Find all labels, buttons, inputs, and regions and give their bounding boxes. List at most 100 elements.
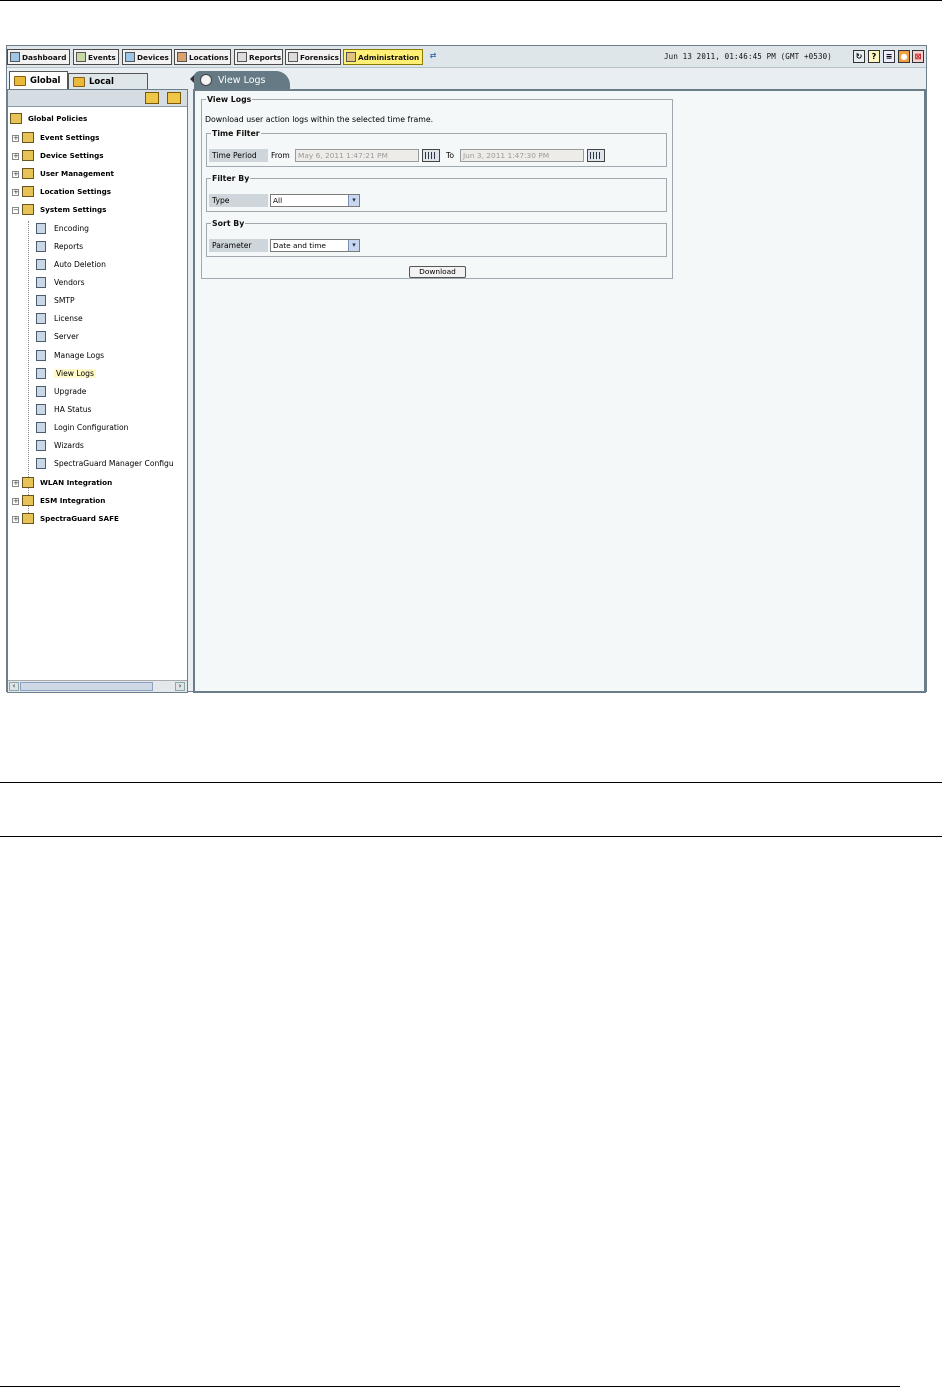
device-settings-icon <box>22 149 34 161</box>
smtp-icon <box>36 294 46 306</box>
locations-button[interactable]: Locations <box>174 49 231 65</box>
view-logs-description: Download user action logs within the sel… <box>205 115 434 124</box>
view-logs-section: View Logs Download user action logs with… <box>201 95 673 279</box>
login-configuration-icon <box>36 421 46 433</box>
settings-icon[interactable]: ● <box>898 50 910 63</box>
time-period-label: Time Period <box>209 149 268 162</box>
to-calendar-icon[interactable] <box>587 149 605 162</box>
tree-item-location-settings[interactable]: Location Settings <box>22 184 111 198</box>
expand-user-management-icon[interactable]: + <box>12 171 19 178</box>
expand-event-settings-icon[interactable]: + <box>12 135 19 142</box>
view-logs-legend: View Logs <box>207 95 252 104</box>
expand-esm-integration-icon[interactable]: + <box>12 498 19 505</box>
download-button[interactable]: Download <box>409 266 466 278</box>
rule-1 <box>0 782 942 783</box>
top-rule <box>0 0 942 1</box>
collapse-system-settings-icon[interactable]: − <box>12 207 19 214</box>
devices-button[interactable]: Devices <box>122 49 172 65</box>
tab-local[interactable]: Local <box>68 73 148 89</box>
events-icon <box>76 52 86 62</box>
auto-deletion-icon <box>36 258 46 270</box>
expand-all-icon[interactable] <box>145 92 159 104</box>
tree-item-event-settings[interactable]: Event Settings <box>22 130 99 144</box>
tree-item-manage-logs[interactable]: Manage Logs <box>36 348 104 362</box>
esm-integration-icon <box>22 494 34 506</box>
tree-item-login-configuration[interactable]: Login Configuration <box>36 420 128 434</box>
tab-global[interactable]: Global <box>9 71 68 89</box>
to-date-input[interactable]: Jun 3, 2011 1:47:30 PM <box>460 149 584 162</box>
manage-logs-icon <box>36 349 46 361</box>
tree-item-reports[interactable]: Reports <box>36 239 83 253</box>
tree-item-smtp[interactable]: SMTP <box>36 293 75 307</box>
forensics-button[interactable]: Forensics <box>285 49 341 65</box>
administration-icon <box>346 52 356 62</box>
from-date-input[interactable]: May 6, 2011 1:47:21 PM <box>295 149 419 162</box>
dashboard-button[interactable]: Dashboard <box>7 49 70 65</box>
dashboard-icon <box>10 52 20 62</box>
scroll-thumb[interactable] <box>20 682 153 691</box>
tree-root-global-policies[interactable]: Global Policies <box>10 111 87 125</box>
tree-item-server[interactable]: Server <box>36 329 79 343</box>
tree-item-upgrade[interactable]: Upgrade <box>36 384 86 398</box>
tree-item-user-management[interactable]: User Management <box>22 166 114 180</box>
tree-item-encoding[interactable]: Encoding <box>36 221 89 235</box>
tree-horizontal-scrollbar[interactable]: ‹ › <box>8 680 187 692</box>
spectraguard-safe-icon <box>22 512 34 524</box>
tree-item-system-settings[interactable]: System Settings <box>22 202 106 216</box>
bottom-rule <box>0 1386 900 1387</box>
local-folder-icon <box>73 76 85 87</box>
tree-item-auto-deletion[interactable]: Auto Deletion <box>36 257 106 271</box>
expand-device-settings-icon[interactable]: + <box>12 153 19 160</box>
help-icon[interactable]: ? <box>868 50 880 63</box>
reports-button[interactable]: Reports <box>234 49 283 65</box>
view-logs-icon <box>36 367 46 379</box>
upgrade-icon <box>36 385 46 397</box>
tree-item-spectraguard-manager-config[interactable]: SpectraGuard Manager Configu <box>36 456 187 470</box>
administration-button[interactable]: Administration <box>343 49 423 65</box>
reports-doc-icon <box>36 240 46 252</box>
view-logs-content: View Logs Download user action logs with… <box>193 89 926 693</box>
policy-tree-panel: Global Policies + Event Settings + Devic… <box>7 89 188 693</box>
tree-item-view-logs[interactable]: View Logs <box>36 366 96 380</box>
sync-icon[interactable]: ↻ <box>853 50 865 63</box>
tree-item-wizards[interactable]: Wizards <box>36 438 84 452</box>
tree-item-esm-integration[interactable]: ESM Integration <box>22 493 105 507</box>
tree-item-vendors[interactable]: Vendors <box>36 275 85 289</box>
events-button[interactable]: Events <box>73 49 119 65</box>
folder-icon <box>10 112 22 124</box>
globe-folder-icon <box>14 75 26 86</box>
tree-item-spectraguard-safe[interactable]: SpectraGuard SAFE <box>22 511 119 525</box>
locations-icon <box>177 52 187 62</box>
time-filter-group: Time Filter Time Period From May 6, 2011… <box>206 129 667 167</box>
type-label: Type <box>209 194 268 207</box>
type-dropdown-icon[interactable]: ▾ <box>348 195 359 206</box>
tree-item-license[interactable]: License <box>36 311 83 325</box>
server-icon <box>36 330 46 342</box>
forensics-icon <box>288 52 298 62</box>
expand-location-settings-icon[interactable]: + <box>12 189 19 196</box>
scroll-left-icon[interactable]: ‹ <box>9 682 19 691</box>
wizards-icon <box>36 439 46 451</box>
tree-item-ha-status[interactable]: HA Status <box>36 402 92 416</box>
encoding-icon <box>36 222 46 234</box>
type-select[interactable]: All ▾ <box>270 194 360 207</box>
list-icon[interactable]: ≡ <box>883 50 895 63</box>
tree-toolbar <box>8 90 187 107</box>
parameter-select[interactable]: Date and time ▾ <box>270 239 360 252</box>
main-toolbar: Dashboard Events Devices Locations Repor… <box>7 46 926 68</box>
devices-icon <box>125 52 135 62</box>
ha-status-icon <box>36 403 46 415</box>
tree-item-wlan-integration[interactable]: WLAN Integration <box>22 475 112 489</box>
collapse-all-icon[interactable] <box>167 92 181 104</box>
scroll-right-icon[interactable]: › <box>175 682 185 691</box>
from-calendar-icon[interactable] <box>422 149 440 162</box>
tree-item-device-settings[interactable]: Device Settings <box>22 148 104 162</box>
tab-view-logs[interactable]: View Logs <box>194 71 290 89</box>
logout-icon[interactable]: ⊠ <box>912 50 924 63</box>
sort-by-group: Sort By Parameter Date and time ▾ <box>206 219 667 257</box>
expand-wlan-integration-icon[interactable]: + <box>12 480 19 487</box>
parameter-dropdown-icon[interactable]: ▾ <box>348 240 359 251</box>
expand-spectraguard-safe-icon[interactable]: + <box>12 516 19 523</box>
user-management-icon <box>22 167 34 179</box>
refresh-icon[interactable]: ⇄ <box>427 50 439 63</box>
